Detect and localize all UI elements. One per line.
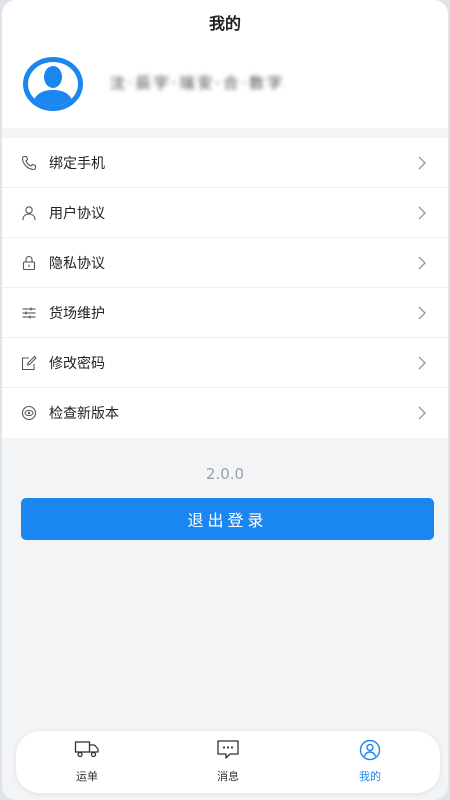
menu-item-label: 用户协议 <box>49 206 105 222</box>
menu-item-bind-phone[interactable]: 绑定手机 <box>2 138 448 188</box>
chevron-right-icon <box>418 206 426 220</box>
user-icon <box>22 206 36 221</box>
chevron-right-icon <box>418 306 426 320</box>
message-icon <box>217 740 239 759</box>
menu-item-check-version[interactable]: 检查新版本 <box>2 388 448 438</box>
profile-icon <box>359 739 381 761</box>
tab-label: 消息 <box>217 770 239 783</box>
screen: 我的 沈·辰宇·瑞安·合·数字 绑定手机 用户协议 隐私协议 货场维护 修改密码… <box>2 0 448 800</box>
menu-item-label: 隐私协议 <box>49 256 105 272</box>
eye-icon <box>21 405 37 421</box>
tab-mine[interactable]: 我的 <box>310 731 430 793</box>
phone-icon <box>21 155 37 171</box>
chevron-right-icon <box>418 256 426 270</box>
app-version: 2.0.0 <box>205 465 245 483</box>
menu-item-user-agreement[interactable]: 用户协议 <box>2 188 448 238</box>
sliders-icon <box>22 307 36 319</box>
tab-label: 我的 <box>359 770 381 783</box>
profile-header: 我的 沈·辰宇·瑞安·合·数字 <box>2 0 448 128</box>
logout-button[interactable]: 退出登录 <box>21 498 434 540</box>
menu-item-privacy-agreement[interactable]: 隐私协议 <box>2 238 448 288</box>
tab-messages[interactable]: 消息 <box>168 731 288 793</box>
chevron-right-icon <box>418 406 426 420</box>
page-title: 我的 <box>208 14 241 33</box>
menu-item-label: 绑定手机 <box>49 156 105 172</box>
tab-waybill[interactable]: 运单 <box>27 731 147 793</box>
chevron-right-icon <box>418 356 426 370</box>
username: 沈·辰宇·瑞安·合·数字 <box>110 74 286 92</box>
bottom-tab-bar: 运单 消息 我的 <box>16 731 440 793</box>
edit-icon <box>21 355 37 371</box>
menu-item-label: 货场维护 <box>49 306 105 322</box>
settings-menu: 绑定手机 用户协议 隐私协议 货场维护 修改密码 检查新版本 <box>2 138 448 438</box>
menu-item-label: 检查新版本 <box>49 406 119 422</box>
tab-label: 运单 <box>76 770 98 783</box>
menu-item-yard-maintenance[interactable]: 货场维护 <box>2 288 448 338</box>
menu-item-change-password[interactable]: 修改密码 <box>2 338 448 388</box>
truck-icon <box>74 741 99 758</box>
lock-icon <box>22 255 36 271</box>
menu-item-label: 修改密码 <box>49 356 105 372</box>
avatar[interactable] <box>22 56 84 112</box>
chevron-right-icon <box>418 156 426 170</box>
